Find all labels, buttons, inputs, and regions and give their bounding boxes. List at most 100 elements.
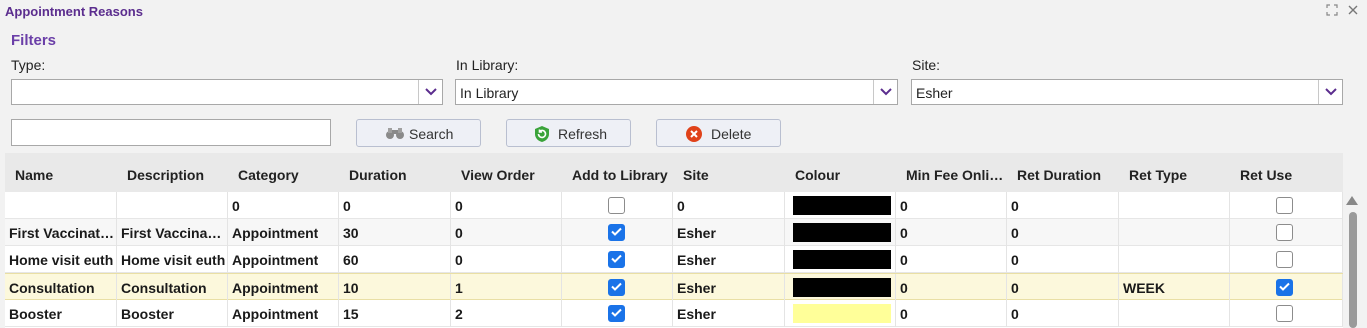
table-cell[interactable]: 2: [451, 300, 562, 327]
table-cell[interactable]: Consultation: [5, 274, 117, 301]
cell-category: Appointment: [232, 306, 319, 322]
table-cell[interactable]: Appointment: [228, 219, 339, 246]
colour-swatch[interactable]: [793, 196, 891, 215]
table-cell[interactable]: 0: [1007, 246, 1119, 273]
table-cell[interactable]: 0: [1007, 300, 1119, 327]
table-cell[interactable]: Home visit euth: [117, 246, 228, 273]
binoculars-icon: [385, 125, 405, 144]
table-cell[interactable]: 0: [451, 219, 562, 246]
title-bar: Appointment Reasons: [0, 0, 1367, 26]
column-header-name[interactable]: Name: [15, 167, 115, 183]
table-row[interactable]: Booster Booster Appointment 15 2 Esher 0 0: [5, 300, 1343, 327]
table-cell[interactable]: 10: [339, 274, 451, 301]
scroll-up-arrow-icon[interactable]: [1346, 196, 1358, 205]
add-to-library-checkbox[interactable]: [608, 197, 625, 214]
table-cell[interactable]: 0: [451, 192, 562, 219]
search-button[interactable]: Search: [356, 119, 481, 147]
table-cell[interactable]: Booster: [117, 300, 228, 327]
search-input[interactable]: [11, 119, 331, 146]
delete-button[interactable]: Delete: [656, 119, 781, 147]
table-cell[interactable]: 0: [896, 219, 1007, 246]
refresh-button[interactable]: Refresh: [506, 119, 631, 147]
table-cell[interactable]: Booster: [5, 300, 117, 327]
table-row[interactable]: Consultation Consultation Appointment 10 1 Es…: [5, 273, 1343, 301]
column-header-ret-use[interactable]: Ret Use: [1240, 167, 1340, 183]
table-cell[interactable]: Esher: [673, 274, 785, 301]
table-cell[interactable]: 1: [451, 274, 562, 301]
cell-category: Appointment: [232, 280, 319, 296]
table-cell[interactable]: Appointment: [228, 246, 339, 273]
cell-duration: 15: [343, 306, 359, 322]
table-cell[interactable]: [1119, 300, 1230, 327]
table-cell[interactable]: 0: [1007, 219, 1119, 246]
table-cell[interactable]: 0: [673, 192, 785, 219]
table-cell[interactable]: Consultation: [117, 274, 228, 301]
site-select[interactable]: Esher: [911, 79, 1343, 105]
close-icon[interactable]: [1345, 4, 1361, 20]
table-cell[interactable]: First Vaccinati...: [117, 219, 228, 246]
column-header-site[interactable]: Site: [683, 167, 783, 183]
column-header-category[interactable]: Category: [238, 167, 338, 183]
maximize-icon[interactable]: [1324, 4, 1340, 20]
column-header-duration[interactable]: Duration: [349, 167, 449, 183]
type-select[interactable]: [11, 79, 443, 105]
table-cell[interactable]: 15: [339, 300, 451, 327]
colour-swatch[interactable]: [793, 250, 891, 269]
column-header-colour[interactable]: Colour: [795, 167, 895, 183]
table-cell[interactable]: 0: [896, 274, 1007, 301]
add-to-library-checkbox[interactable]: [608, 279, 625, 296]
table-cell[interactable]: Esher: [673, 246, 785, 273]
cell-name: Booster: [9, 306, 62, 322]
ret-use-checkbox[interactable]: [1276, 305, 1293, 322]
table-row[interactable]: 0 0 0 0 0 0: [5, 192, 1343, 219]
scrollbar-thumb[interactable]: [1349, 212, 1357, 328]
table-cell[interactable]: [117, 192, 228, 219]
table-cell[interactable]: [1119, 192, 1230, 219]
table-row[interactable]: Home visit euth Home visit euth Appointmen…: [5, 246, 1343, 273]
colour-swatch[interactable]: [793, 278, 891, 297]
table-cell[interactable]: WEEK: [1119, 274, 1230, 301]
column-header-description[interactable]: Description: [127, 167, 227, 183]
ret-use-checkbox[interactable]: [1276, 279, 1293, 296]
column-header-min-fee-online[interactable]: Min Fee Onlin...: [906, 167, 1006, 183]
chevron-down-icon[interactable]: [873, 80, 897, 104]
column-header-ret-type[interactable]: Ret Type: [1129, 167, 1229, 183]
table-row[interactable]: First Vaccinati... First Vaccinati... Appo…: [5, 219, 1343, 246]
ret-use-checkbox[interactable]: [1276, 197, 1293, 214]
table-cell[interactable]: [1119, 219, 1230, 246]
add-to-library-checkbox[interactable]: [608, 305, 625, 322]
colour-swatch[interactable]: [793, 304, 891, 323]
colour-swatch[interactable]: [793, 223, 891, 242]
table-cell[interactable]: Appointment: [228, 274, 339, 301]
table-cell[interactable]: 0: [896, 300, 1007, 327]
table-cell[interactable]: [1119, 246, 1230, 273]
chevron-down-icon[interactable]: [418, 80, 442, 104]
column-header-ret-duration[interactable]: Ret Duration: [1017, 167, 1117, 183]
ret-use-checkbox[interactable]: [1276, 224, 1293, 241]
table-cell[interactable]: [5, 192, 117, 219]
table-cell[interactable]: Esher: [673, 300, 785, 327]
table-cell[interactable]: 60: [339, 246, 451, 273]
column-header-add-to-library[interactable]: Add to Library: [572, 167, 676, 183]
table-cell[interactable]: First Vaccinati...: [5, 219, 117, 246]
ret-use-checkbox[interactable]: [1276, 251, 1293, 268]
table-cell[interactable]: 0: [451, 246, 562, 273]
table-cell[interactable]: Esher: [673, 219, 785, 246]
add-to-library-checkbox[interactable]: [608, 251, 625, 268]
add-to-library-checkbox[interactable]: [608, 224, 625, 241]
table-cell[interactable]: Home visit euth: [5, 246, 117, 273]
table-cell[interactable]: 0: [1007, 274, 1119, 301]
table-cell[interactable]: 30: [339, 219, 451, 246]
chevron-down-icon[interactable]: [1318, 80, 1342, 104]
in-library-select[interactable]: In Library: [455, 79, 898, 105]
table-cell[interactable]: 0: [1007, 192, 1119, 219]
table-cell[interactable]: 0: [228, 192, 339, 219]
table-cell[interactable]: 0: [896, 192, 1007, 219]
table-cell[interactable]: Appointment: [228, 300, 339, 327]
table-cell[interactable]: 0: [896, 246, 1007, 273]
column-header-view-order[interactable]: View Order: [461, 167, 561, 183]
cell-duration: 10: [343, 280, 359, 296]
cell-name: Consultation: [9, 280, 95, 296]
cell-category: Appointment: [232, 252, 319, 268]
table-cell[interactable]: 0: [339, 192, 451, 219]
